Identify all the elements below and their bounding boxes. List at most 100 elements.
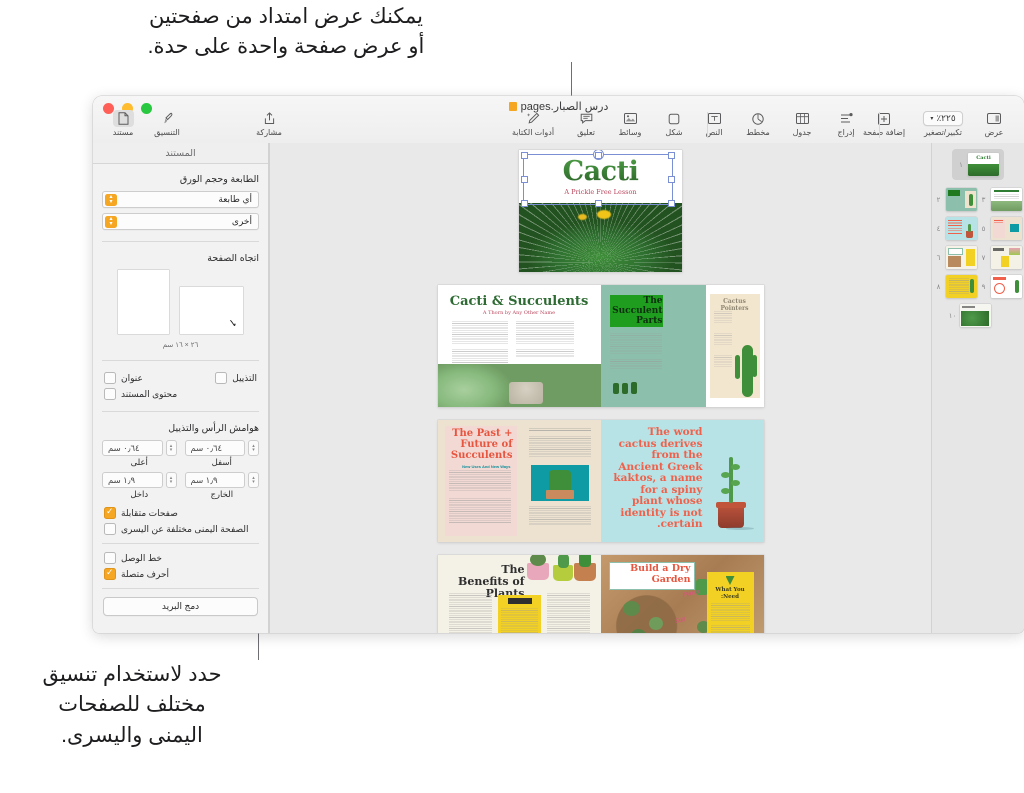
toolbar-shape-button[interactable]: شكل [652,111,696,137]
spread-cover[interactable]: Cacti A Prickle Free Lesson [519,150,682,272]
thumbnail-row[interactable]: ٢ ٣ [932,188,1024,211]
toolbar-writing-tools-button[interactable]: أدوات الكتابة [502,111,564,137]
toolbar-media-button[interactable]: وسائط [608,111,652,137]
selection-handle[interactable] [595,151,602,159]
toolbar-separator-right [879,112,880,138]
toolbar-table-button[interactable]: جدول [780,111,824,137]
margin-top-value[interactable]: ٠٫٦٤ سم [102,440,163,456]
ligatures-label: أحرف متصلة [121,568,170,579]
printer-select[interactable]: ▴ ▾ أي طابعة [102,191,259,208]
orientation-section-title: اتجاه الصفحة [207,253,259,264]
selection-handle[interactable] [520,176,528,183]
thumbnail-page-4[interactable] [945,217,977,240]
page-6[interactable]: Build a Dry Garden What You Need: Plants… [600,555,764,633]
thumbnail-page-2[interactable] [945,188,977,211]
document-inspector-sidebar[interactable]: المستند الطابعة وحجم الورق ▴ ▾ أي طابعة ▴… [93,143,269,633]
tab-document[interactable]: المستند [165,148,195,159]
thumbnail-page-3[interactable] [990,188,1022,211]
selection-handle[interactable] [668,151,675,159]
thumbnail-selected-wrapper[interactable]: ١ Cacti [952,149,1004,180]
selection-handle[interactable] [520,200,528,207]
stepper-arrows-icon[interactable]: ▴ ▾ [165,472,177,488]
page-2[interactable]: Cactus Pointers The Succulent Parts [600,285,764,407]
callout-bottom: حدد لاستخدام تنسيق مختلف للصفحات اليمنى … [6,660,258,751]
thumbnail-row[interactable]: ١ Cacti [932,149,1024,180]
toolbar-zoom-control[interactable]: ٢٢٥٪ ▾ تكبير/تصغير [914,111,972,137]
spread-2-3[interactable]: Cactus Pointers The Succulent Parts Cact… [437,285,764,407]
orientation-landscape-option[interactable]: ✓ [180,287,243,334]
toolbar-text-button[interactable]: النص [692,111,736,137]
page-3[interactable]: Cacti & Succulents A Thorn by Any Other … [437,285,601,407]
stepper-arrows-icon[interactable]: ▴ ▾ [248,472,259,488]
stepper-arrows-icon[interactable]: ▴ ▾ [248,440,259,456]
thumbnail-page-6[interactable] [945,246,977,269]
page-thumbnail-panel[interactable]: ١ Cacti ٢ ٣ ٤ ٥ ٦ ٧ ٨ ٩ ١٠ [931,143,1024,633]
thumbnail-row[interactable]: ٦ ٧ [932,246,1024,269]
zoom-value-chip[interactable]: ٢٢٥٪ ▾ [923,111,963,126]
selection-handle[interactable] [595,200,602,207]
orientation-portrait-option[interactable] [118,270,169,334]
facing-pages-label: صفحات متقابلة [121,507,178,518]
toolbar-insert-button[interactable]: إدراج [824,111,868,137]
facing-pages-checkbox-group[interactable]: صفحات متقابلة [104,506,257,519]
thumbnail-page-8[interactable] [945,275,977,298]
document-body-checkbox[interactable] [104,388,116,400]
ligatures-checkbox-group[interactable]: أحرف متصلة [104,567,257,580]
margin-inside-stepper[interactable]: ١٫٩ سم ▴ ▾ [102,472,177,488]
toolbar-document-button[interactable]: مستند [101,110,145,137]
different-right-left-checkbox[interactable] [104,523,116,535]
hyphenation-label: خط الوصل [121,552,162,563]
margin-top-stepper[interactable]: ٠٫٦٤ سم ▴ ▾ [102,440,177,456]
document-body-checkbox-group[interactable]: محتوى المستند [104,388,177,400]
thumbnail-row[interactable]: ٤ ٥ [932,217,1024,240]
thumbnail-page-1[interactable]: Cacti [968,153,999,176]
selection-handle[interactable] [668,176,675,183]
stepper-arrows-icon[interactable]: ▴ ▾ [165,440,177,456]
paper-size-select[interactable]: ▴ ▾ أخرى [102,213,259,230]
toolbar-comment-button[interactable]: تعليق [564,111,608,137]
page-5[interactable]: The Past + Future of Succulents New Uses… [437,420,601,542]
page-4[interactable]: The word cactus derives from the Ancient… [600,420,764,542]
thumbnail-page-9[interactable] [990,275,1022,298]
toolbar-chart-button[interactable]: مخطط [736,111,780,137]
document-body-checkbox-label: محتوى المستند [121,388,178,399]
margin-inside-value[interactable]: ١٫٩ سم [102,472,163,488]
margin-bottom-stepper[interactable]: ٠٫٦٤ سم ▴ ▾ [184,440,259,456]
selection-frame[interactable] [523,154,673,205]
header-checkbox[interactable] [104,372,116,384]
toolbar-share-button[interactable]: مشاركة [244,111,294,137]
thumbnail-page-7[interactable] [990,246,1022,269]
writing-tools-icon [526,111,540,126]
printer-section-title: الطابعة وحجم الورق [179,174,259,185]
document-canvas[interactable]: Cacti A Prickle Free Lesson Cactus Point… [269,143,931,633]
header-checkbox-group[interactable]: عنوان [104,372,143,384]
inspector-tab-bar[interactable]: المستند [93,143,268,164]
thumbnail-page-5[interactable] [990,217,1022,240]
margin-outside-value[interactable]: ١٫٩ سم [184,472,245,488]
margin-inside-cell: ١٫٩ سم ▴ ▾ داخل [102,472,177,500]
page-7[interactable]: The Benefits of Plants [437,555,601,633]
spread-4-5[interactable]: The word cactus derives from the Ancient… [437,420,764,542]
share-icon [264,111,275,126]
selection-handle[interactable] [668,200,675,207]
toolbar-view-button[interactable]: عرض [972,111,1016,137]
margin-outside-stepper[interactable]: ١٫٩ سم ▴ ▾ [184,472,259,488]
spread-6-7[interactable]: Build a Dry Garden What You Need: Plants… [437,555,764,633]
hyphenation-checkbox[interactable] [104,552,116,564]
mail-merge-button[interactable]: دمج البريد [103,597,258,616]
page-1[interactable]: Cacti A Prickle Free Lesson [519,150,682,272]
footer-checkbox[interactable] [215,372,228,384]
ligatures-checkbox[interactable] [104,567,116,580]
thumbnail-row[interactable]: ١٠ [932,304,1024,327]
thumbnail-row[interactable]: ٨ ٩ [932,275,1024,298]
hyphenation-checkbox-group[interactable]: خط الوصل [104,552,257,564]
toolbar-writing-tools-label: أدوات الكتابة [511,128,555,137]
canvas-scroll-area[interactable]: Cacti A Prickle Free Lesson Cactus Point… [270,143,931,633]
footer-checkbox-group[interactable]: التذييل [215,372,257,384]
different-right-left-checkbox-group[interactable]: الصفحة اليمنى مختلفة عن اليسرى [104,523,257,535]
facing-pages-checkbox[interactable] [104,506,116,519]
margin-bottom-value[interactable]: ٠٫٦٤ سم [184,440,245,456]
thumbnail-page-10[interactable] [959,304,991,327]
selection-handle[interactable] [520,151,528,159]
toolbar-format-button[interactable]: التنسيق [145,111,189,137]
